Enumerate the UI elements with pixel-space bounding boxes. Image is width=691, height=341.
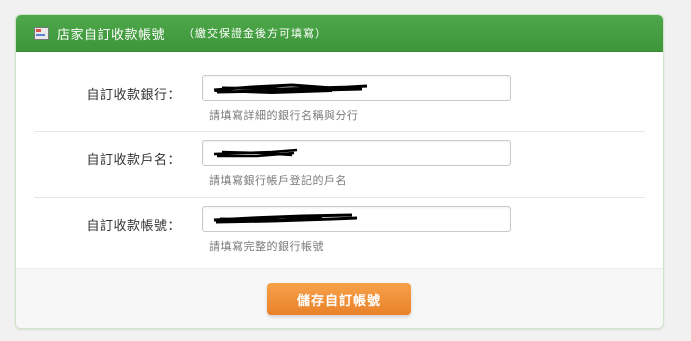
store-icon [34, 26, 49, 40]
account-number-input[interactable] [202, 206, 511, 232]
custom-account-panel: 店家自訂收款帳號 （繳交保證金後方可填寫） 自訂收款銀行： 請填寫詳細的銀行名稱… [15, 14, 664, 329]
row-divider [34, 131, 645, 132]
panel-note: （繳交保證金後方可填寫） [183, 27, 328, 40]
account-name-input[interactable] [202, 140, 511, 166]
account-number-label: 自訂收款帳號： [86, 219, 181, 234]
bank-help: 請填寫詳細的銀行名稱與分行 [209, 109, 359, 122]
save-account-button[interactable]: 儲存自訂帳號 [267, 283, 411, 315]
panel-title: 店家自訂收款帳號 [57, 27, 166, 43]
account-number-help: 請填寫完整的銀行帳號 [209, 240, 324, 253]
account-name-label: 自訂收款戶名： [86, 153, 181, 168]
account-name-help: 請填寫銀行帳戶登記的戶名 [209, 174, 347, 187]
row-divider [34, 197, 645, 198]
bank-label: 自訂收款銀行： [86, 88, 181, 103]
bank-input[interactable] [202, 75, 511, 101]
panel-header: 店家自訂收款帳號 （繳交保證金後方可填寫） [16, 15, 663, 52]
panel-footer: 儲存自訂帳號 [16, 268, 663, 328]
